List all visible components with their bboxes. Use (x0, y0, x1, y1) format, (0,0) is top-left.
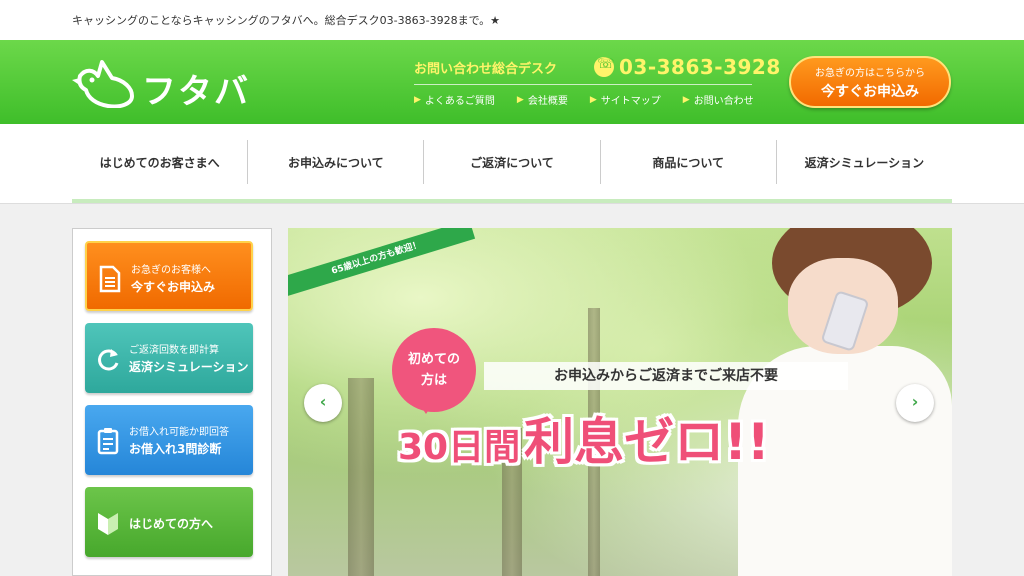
side-button-label: 今すぐお申込み (131, 280, 216, 294)
hero-slider: 65歳以上の方も歓迎！ 初めての 方は お申込みからご返済までご来店不要 30日… (288, 228, 952, 576)
link-company[interactable]: ▶ 会社概要 (516, 92, 568, 108)
nav-item-products[interactable]: 商品について (601, 140, 777, 184)
site-header: フタバ お問い合わせ総合デスク 03-3863-3928 ▶よくあるご質問 ▶会… (0, 40, 1024, 124)
nav-item-simulation[interactable]: 返済シミュレーション (777, 140, 952, 184)
hero-headline: 30日間利息ゼロ!! (398, 402, 770, 474)
phone-number-text: 03-3863-3928 (619, 55, 781, 79)
link-contact[interactable]: ▶ お問い合わせ (682, 92, 754, 108)
beginner-mark-icon (98, 513, 118, 535)
bubble-line2: 方は (420, 373, 447, 388)
side-button-subtext: お借入れ可能か即回答 (129, 427, 229, 438)
link-faq[interactable]: ▶ よくあるご質問 (414, 92, 495, 108)
slider-next-button[interactable]: › (896, 384, 934, 422)
headline-period: 30日間 (398, 427, 521, 468)
repayment-simulation-button[interactable]: ご返済回数を即計算 返済シミュレーション (85, 323, 253, 393)
logo[interactable]: フタバ (72, 58, 262, 112)
nav-underline (72, 199, 952, 203)
chevron-right-icon: ▶ (414, 94, 421, 105)
chevron-right-icon: ▶ (589, 94, 597, 105)
document-icon (99, 265, 121, 293)
divider (414, 84, 752, 85)
cta-label: 今すぐお申込み (821, 84, 919, 100)
side-button-label: 返済シミュレーション (129, 360, 249, 374)
first-time-bubble: 初めての 方は (392, 328, 476, 412)
side-button-label: お借入れ3問診断 (129, 442, 222, 456)
tree-trunk (348, 378, 374, 576)
side-button-subtext: お急ぎのお客様へ (131, 265, 211, 276)
apply-now-side-button[interactable]: お急ぎのお客様へ 今すぐお申込み (85, 241, 253, 311)
clipboard-icon (97, 428, 119, 455)
global-nav: はじめてのお客さまへ お申込みについて ご返済について 商品について 返済シミュ… (0, 124, 1024, 204)
link-sitemap[interactable]: ▶ サイトマップ (589, 92, 661, 108)
phone-number[interactable]: 03-3863-3928 (594, 54, 781, 80)
nav-item-application[interactable]: お申込みについて (248, 140, 425, 184)
tagline: キャッシングのことならキャッシングのフタバへ。総合デスク03-3863-3928… (72, 14, 501, 27)
chevron-right-icon: ▶ (682, 94, 690, 105)
slider-prev-button[interactable]: ‹ (304, 384, 342, 422)
headline-interest-free: 利息ゼロ!! (524, 413, 770, 471)
refresh-icon (98, 349, 119, 371)
side-button-label: はじめての方へ (129, 517, 214, 531)
hero-subheading: お申込みからご返済までご来店不要 (484, 362, 848, 390)
phone-icon (594, 56, 615, 77)
header-links: ▶ よくあるご質問 ▶ 会社概要 ▶ サイトマップ ▶ お問い合わせ (414, 92, 754, 108)
chevron-right-icon: ▶ (516, 94, 524, 105)
top-strip: キャッシングのことならキャッシングのフタバへ。総合デスク03-3863-3928… (0, 0, 1024, 40)
cta-subtext: お急ぎの方はこちらから (815, 68, 925, 79)
apply-now-button[interactable]: お急ぎの方はこちらから 今すぐお申込み (789, 56, 951, 108)
bird-logo-icon (72, 60, 134, 108)
beginners-button[interactable]: はじめての方へ (85, 487, 253, 557)
ribbon-text: 65歳以上の方も歓迎！ (330, 239, 423, 277)
nav-item-beginners[interactable]: はじめてのお客さまへ (72, 140, 249, 184)
bubble-line1: 初めての (407, 352, 460, 367)
contact-label: お問い合わせ総合デスク (414, 62, 558, 77)
nav-item-repayment[interactable]: ご返済について (424, 140, 601, 184)
logo-text: フタバ (142, 72, 250, 112)
age-welcome-ribbon: 65歳以上の方も歓迎！ (288, 228, 476, 298)
side-button-subtext: ご返済回数を即計算 (129, 345, 219, 356)
borrowing-diagnosis-button[interactable]: お借入れ可能か即回答 お借入れ3問診断 (85, 405, 253, 475)
side-menu: お急ぎのお客様へ 今すぐお申込み ご返済回数を即計算 返済シミュレーション お借… (72, 228, 272, 576)
